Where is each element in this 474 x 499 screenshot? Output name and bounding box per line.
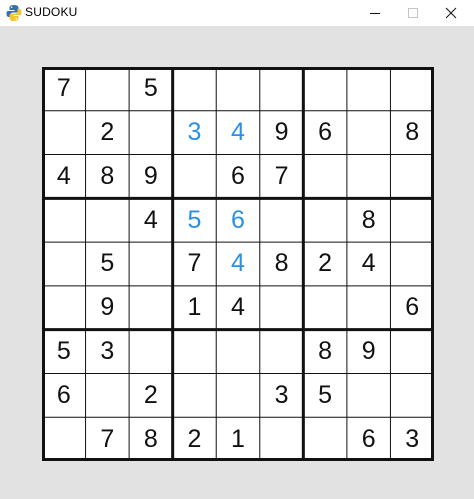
title-bar[interactable]: SUDOKU xyxy=(0,0,474,26)
board-cell-r6-c6[interactable] xyxy=(260,286,304,330)
board-cell-r1-c3[interactable]: 5 xyxy=(129,67,173,111)
board-cell-r1-c7[interactable] xyxy=(303,67,347,111)
board-cell-r5-c2[interactable]: 5 xyxy=(86,242,130,286)
board-cell-r4-c1[interactable] xyxy=(42,198,86,242)
board-cell-r4-c2[interactable] xyxy=(86,198,130,242)
board-cell-r9-c1[interactable] xyxy=(42,417,86,461)
board-cell-r8-c9[interactable] xyxy=(390,373,434,417)
board-cell-r2-c9[interactable]: 8 xyxy=(390,111,434,155)
board-cell-r7-c4[interactable] xyxy=(173,330,217,374)
window-title: SUDOKU xyxy=(25,5,78,19)
board-cell-r8-c1[interactable]: 6 xyxy=(42,373,86,417)
board-cell-r8-c7[interactable]: 5 xyxy=(303,373,347,417)
board-cell-r6-c9[interactable]: 6 xyxy=(390,286,434,330)
board-cell-r6-c7[interactable] xyxy=(303,286,347,330)
minimize-icon xyxy=(370,13,380,14)
sudoku-board[interactable]: 7523496848967456857482491465389623578216… xyxy=(42,67,434,461)
maximize-icon xyxy=(408,8,418,18)
board-cell-r2-c6[interactable]: 9 xyxy=(260,111,304,155)
board-cell-r2-c7[interactable]: 6 xyxy=(303,111,347,155)
board-cell-r6-c4[interactable]: 1 xyxy=(173,286,217,330)
board-cell-r3-c5[interactable]: 6 xyxy=(216,155,260,199)
board-cell-r5-c5[interactable]: 4 xyxy=(216,242,260,286)
board-cell-r4-c4[interactable]: 5 xyxy=(173,198,217,242)
board-cell-r5-c9[interactable] xyxy=(390,242,434,286)
board-cell-r4-c6[interactable] xyxy=(260,198,304,242)
board-cell-r1-c6[interactable] xyxy=(260,67,304,111)
board-cell-r6-c1[interactable] xyxy=(42,286,86,330)
board-cell-r5-c4[interactable]: 7 xyxy=(173,242,217,286)
board-cell-r7-c2[interactable]: 3 xyxy=(86,330,130,374)
board-cell-r4-c7[interactable] xyxy=(303,198,347,242)
board-cell-r8-c6[interactable]: 3 xyxy=(260,373,304,417)
board-cell-r2-c2[interactable]: 2 xyxy=(86,111,130,155)
board-cell-r3-c9[interactable] xyxy=(390,155,434,199)
board-cell-r5-c1[interactable] xyxy=(42,242,86,286)
board-cell-r1-c4[interactable] xyxy=(173,67,217,111)
board-cell-r2-c3[interactable] xyxy=(129,111,173,155)
board-cell-r7-c6[interactable] xyxy=(260,330,304,374)
board-cell-r6-c2[interactable]: 9 xyxy=(86,286,130,330)
board-cell-r7-c7[interactable]: 8 xyxy=(303,330,347,374)
board-cell-r9-c9[interactable]: 3 xyxy=(390,417,434,461)
board-cell-r3-c2[interactable]: 8 xyxy=(86,155,130,199)
board-cell-r9-c3[interactable]: 8 xyxy=(129,417,173,461)
board-cell-r3-c4[interactable] xyxy=(173,155,217,199)
board-cell-r7-c5[interactable] xyxy=(216,330,260,374)
close-button[interactable] xyxy=(428,0,474,26)
board-cell-r8-c2[interactable] xyxy=(86,373,130,417)
board-cell-r1-c2[interactable] xyxy=(86,67,130,111)
board-cell-r3-c3[interactable]: 9 xyxy=(129,155,173,199)
board-cell-r4-c8[interactable]: 8 xyxy=(347,198,391,242)
board-cell-r4-c9[interactable] xyxy=(390,198,434,242)
board-cell-r3-c6[interactable]: 7 xyxy=(260,155,304,199)
board-cell-r4-c3[interactable]: 4 xyxy=(129,198,173,242)
board-cell-r7-c9[interactable] xyxy=(390,330,434,374)
game-area: 7523496848967456857482491465389623578216… xyxy=(0,26,474,499)
board-cell-r6-c8[interactable] xyxy=(347,286,391,330)
board-cell-r3-c8[interactable] xyxy=(347,155,391,199)
board-cell-r9-c6[interactable] xyxy=(260,417,304,461)
board-cell-r9-c4[interactable]: 2 xyxy=(173,417,217,461)
board-cell-r9-c5[interactable]: 1 xyxy=(216,417,260,461)
board-cell-r6-c5[interactable]: 4 xyxy=(216,286,260,330)
board-cell-r9-c8[interactable]: 6 xyxy=(347,417,391,461)
board-cell-r5-c3[interactable] xyxy=(129,242,173,286)
board-cell-r2-c4[interactable]: 3 xyxy=(173,111,217,155)
board-cell-r2-c1[interactable] xyxy=(42,111,86,155)
board-cell-r9-c2[interactable]: 7 xyxy=(86,417,130,461)
board-cell-r7-c3[interactable] xyxy=(129,330,173,374)
close-icon xyxy=(445,7,457,19)
board-cell-r3-c1[interactable]: 4 xyxy=(42,155,86,199)
board-cell-r1-c1[interactable]: 7 xyxy=(42,67,86,111)
board-cell-r8-c3[interactable]: 2 xyxy=(129,373,173,417)
board-cell-r9-c7[interactable] xyxy=(303,417,347,461)
python-logo-icon xyxy=(6,4,22,22)
board-cell-r7-c8[interactable]: 9 xyxy=(347,330,391,374)
board-cell-r1-c9[interactable] xyxy=(390,67,434,111)
board-cell-r1-c5[interactable] xyxy=(216,67,260,111)
board-cell-r8-c8[interactable] xyxy=(347,373,391,417)
board-cell-r4-c5[interactable]: 6 xyxy=(216,198,260,242)
board-cell-r5-c8[interactable]: 4 xyxy=(347,242,391,286)
sudoku-window: SUDOKU 752349684896745685748249146538962… xyxy=(0,0,474,499)
board-cell-r2-c8[interactable] xyxy=(347,111,391,155)
board-cell-r8-c5[interactable] xyxy=(216,373,260,417)
board-cell-r5-c7[interactable]: 2 xyxy=(303,242,347,286)
board-cell-r5-c6[interactable]: 8 xyxy=(260,242,304,286)
board-cell-r1-c8[interactable] xyxy=(347,67,391,111)
board-cell-r8-c4[interactable] xyxy=(173,373,217,417)
board-cell-r3-c7[interactable] xyxy=(303,155,347,199)
board-cell-r7-c1[interactable]: 5 xyxy=(42,330,86,374)
board-cell-r6-c3[interactable] xyxy=(129,286,173,330)
board-cell-r2-c5[interactable]: 4 xyxy=(216,111,260,155)
